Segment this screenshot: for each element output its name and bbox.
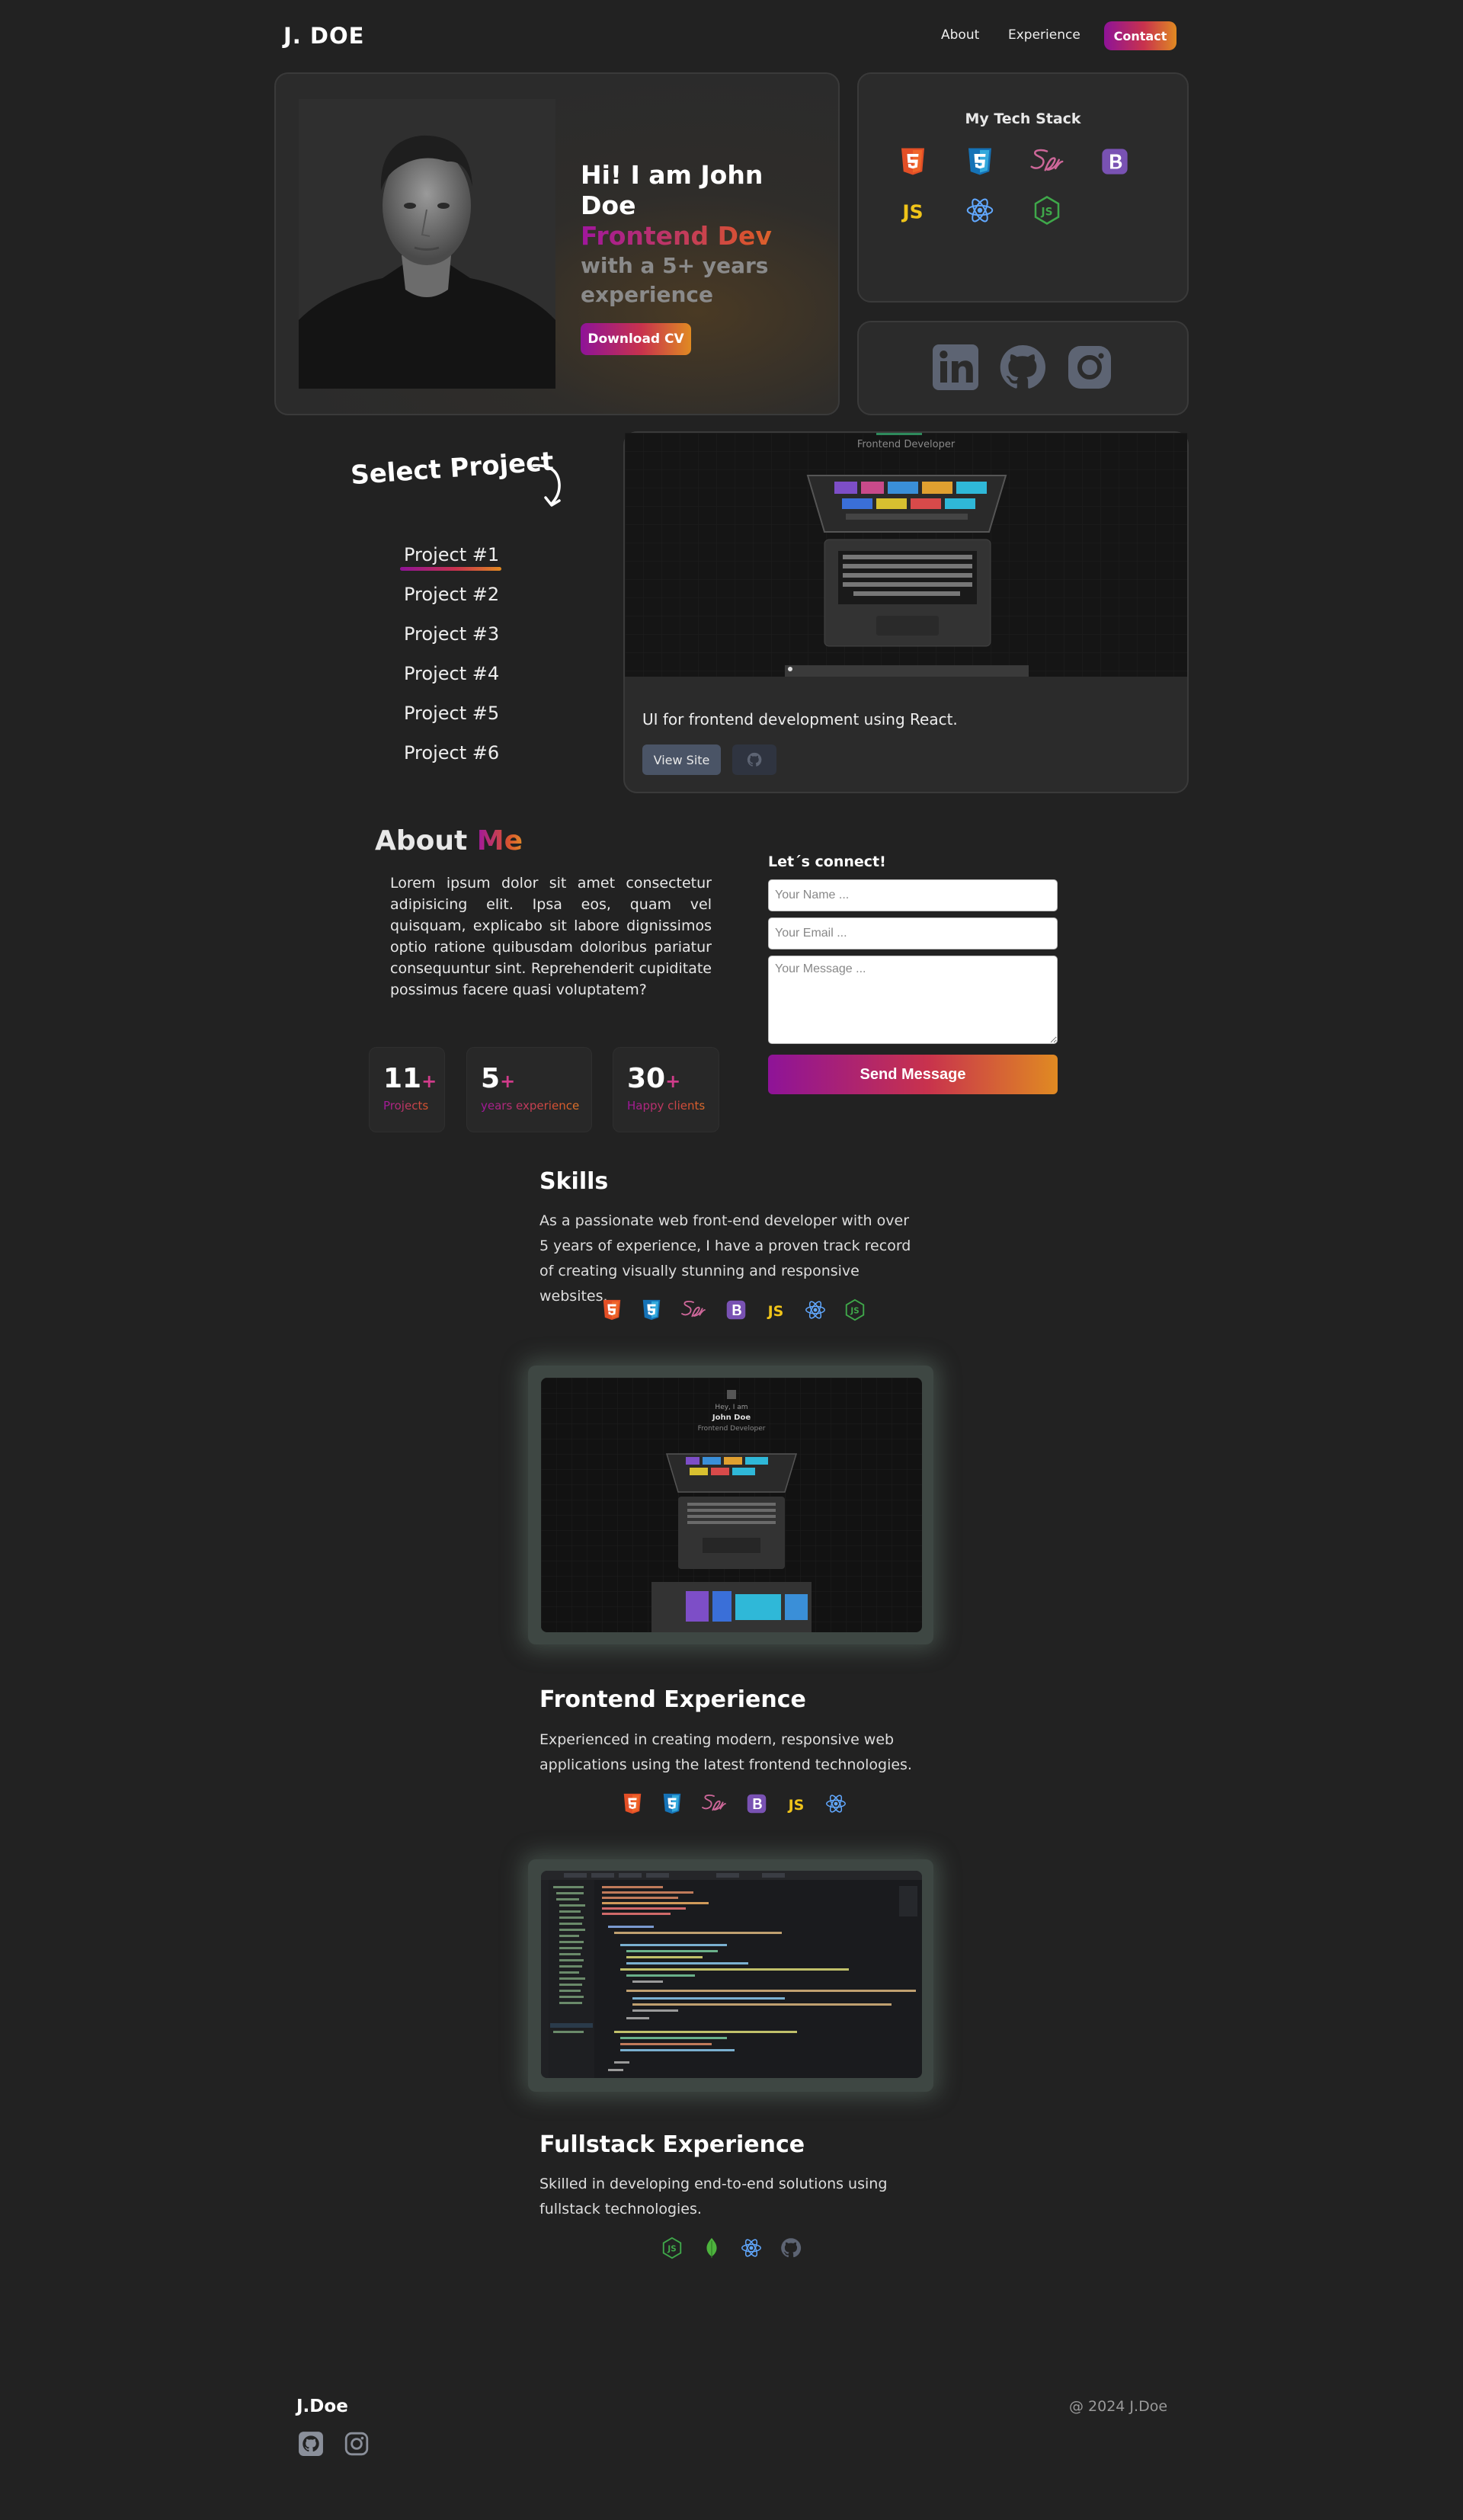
profile-portrait [299, 99, 555, 389]
download-cv-button[interactable]: Download CV [581, 323, 691, 355]
skills-title: Skills [539, 1168, 609, 1195]
fullstack-screenshot[interactable] [541, 1871, 922, 2078]
screenshot-line3: Frontend Developer [697, 1425, 766, 1433]
fullstack-icon-row [659, 2235, 803, 2260]
tech-stack-title: My Tech Stack [965, 110, 1081, 127]
footer-copyright: @ 2024 J.Doe [1069, 2398, 1168, 2415]
nodejs-icon [1030, 194, 1064, 227]
send-message-button[interactable]: Send Message [768, 1055, 1058, 1094]
css3-icon [963, 145, 997, 178]
javascript-icon [783, 1791, 808, 1816]
preview-caption: Frontend Developer [856, 439, 956, 450]
stat-plus: + [421, 1071, 437, 1092]
stat-number: 11 [383, 1063, 422, 1094]
email-input[interactable] [768, 917, 1058, 949]
tech-stack-card [857, 72, 1189, 303]
view-site-button[interactable]: View Site [642, 744, 721, 775]
css3-icon [659, 1791, 684, 1816]
hero-greeting: Hi! I am John Doe [581, 160, 764, 220]
sass-icon [678, 1297, 709, 1322]
github-icon [747, 752, 762, 767]
project-item-6[interactable]: Project #6 [404, 742, 499, 764]
stat-years: 5+ years experience [466, 1047, 592, 1132]
hero-role: Frontend Dev [581, 221, 824, 251]
footer-logo: J.Doe [296, 2397, 348, 2416]
frontend-experience-title: Frontend Experience [539, 1686, 806, 1713]
active-project-underline [400, 567, 501, 571]
bootstrap-icon [744, 1791, 769, 1816]
stat-plus: + [500, 1071, 516, 1092]
html5-icon [599, 1297, 624, 1322]
nav-link-about[interactable]: About [941, 27, 979, 43]
bootstrap-icon [1098, 145, 1132, 178]
message-textarea[interactable] [768, 956, 1058, 1044]
react-icon [738, 2235, 764, 2260]
screenshot-line2: John Doe [712, 1414, 751, 1422]
react-icon [802, 1297, 828, 1322]
mongodb-icon [699, 2235, 724, 2260]
about-text: Lorem ipsum dolor sit amet consectetur a… [390, 875, 712, 998]
select-project-heading: Select Project [349, 446, 555, 492]
stat-label: years experience [481, 1099, 591, 1113]
css3-icon [639, 1297, 664, 1322]
stat-plus: + [665, 1071, 681, 1092]
react-icon [823, 1791, 848, 1816]
name-input[interactable] [768, 879, 1058, 911]
project-description: UI for frontend development using React. [642, 710, 958, 728]
sass-icon [1026, 145, 1068, 178]
html5-icon [619, 1791, 645, 1816]
nodejs-icon [842, 1297, 867, 1322]
skills-text: As a passionate web front-end developer … [539, 1212, 911, 1305]
bootstrap-icon [723, 1297, 748, 1322]
hero-text-block: Hi! I am John Doe Frontend Dev with a 5+… [581, 160, 824, 355]
stat-label: Projects [383, 1099, 444, 1113]
stat-clients: 30+ Happy clients [613, 1047, 719, 1132]
fullstack-experience-text: Skilled in developing end-to-end solutio… [539, 2176, 888, 2217]
github-icon [778, 2235, 803, 2260]
hero-tagline: with a 5+ years experience [581, 253, 769, 307]
sass-icon [699, 1791, 729, 1816]
project-item-5[interactable]: Project #5 [404, 703, 499, 724]
linkedin-icon[interactable] [931, 343, 980, 392]
html5-icon [896, 145, 930, 178]
screenshot-line1: Hey, I am [715, 1404, 748, 1411]
nodejs-icon [659, 2235, 684, 2260]
instagram-icon[interactable] [1065, 343, 1114, 392]
curved-arrow-icon [532, 464, 561, 507]
project-github-button[interactable] [732, 744, 776, 775]
stat-number: 30 [627, 1063, 666, 1094]
nav-link-experience[interactable]: Experience [1008, 27, 1080, 43]
skills-icon-row [599, 1297, 867, 1322]
site-logo[interactable]: J. DOE [283, 23, 364, 49]
react-icon [963, 194, 997, 227]
project-item-4[interactable]: Project #4 [404, 663, 499, 684]
contact-button[interactable]: Contact [1104, 21, 1176, 50]
frontend-icon-row [619, 1791, 848, 1816]
project-item-2[interactable]: Project #2 [404, 584, 499, 605]
contact-form-title: Let´s connect! [768, 853, 886, 870]
frontend-experience-text: Experienced in creating modern, responsi… [539, 1731, 912, 1773]
about-title-part1: About [375, 825, 468, 857]
project-preview-image[interactable] [625, 433, 1187, 677]
stat-label: Happy clients [627, 1099, 719, 1113]
project-item-1[interactable]: Project #1 [404, 544, 499, 565]
github-icon[interactable] [998, 343, 1047, 392]
github-square-icon[interactable] [298, 2431, 324, 2457]
project-item-3[interactable]: Project #3 [404, 623, 499, 645]
javascript-icon [896, 194, 930, 227]
stat-number: 5 [481, 1063, 501, 1094]
about-title: About Me [375, 825, 523, 857]
instagram-icon[interactable] [344, 2431, 370, 2457]
stat-projects: 11+ Projects [369, 1047, 445, 1132]
javascript-icon [763, 1297, 788, 1322]
about-title-part2: Me [476, 825, 523, 857]
fullstack-experience-title: Fullstack Experience [539, 2131, 805, 2158]
